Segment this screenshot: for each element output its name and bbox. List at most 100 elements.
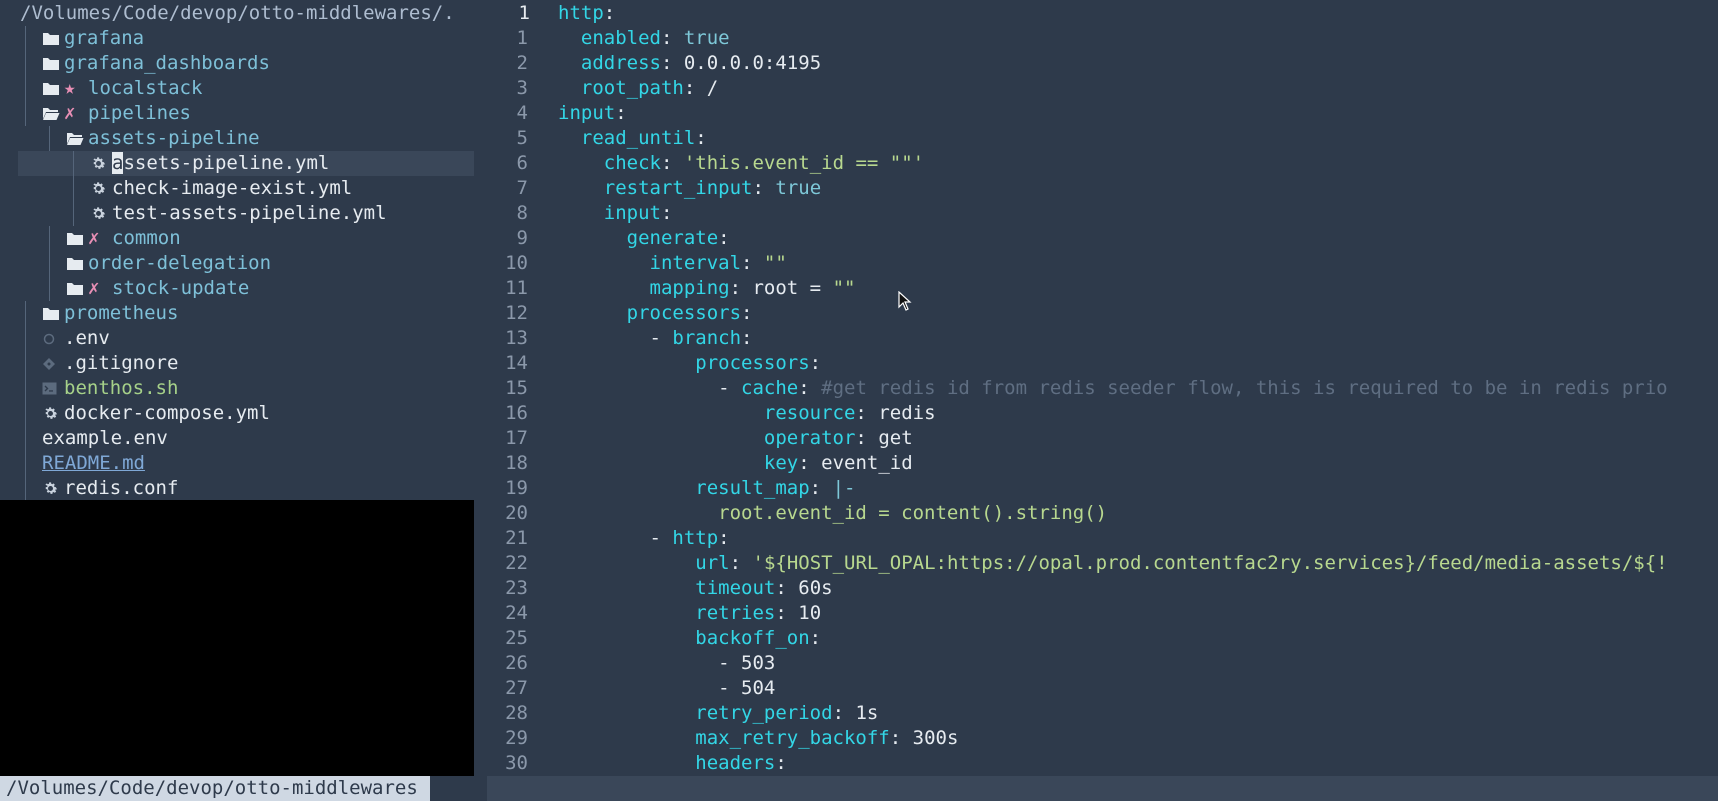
line-number: 15: [505, 377, 528, 399]
yaml-key: headers: [695, 752, 776, 774]
code-line[interactable]: check: 'this.event_id == ""': [558, 151, 924, 176]
code-area[interactable]: http: enabled: true address: 0.0.0.0:419…: [558, 0, 1718, 776]
code-line[interactable]: processors:: [558, 351, 821, 376]
code-token: event_id: [821, 452, 913, 474]
code-token: /: [706, 77, 719, 99]
code-line[interactable]: retry_period: 1s: [558, 701, 878, 726]
tree-item-label: check-image-exist.yml: [112, 177, 353, 199]
code-line[interactable]: key: event_id: [558, 451, 913, 476]
code-token: :: [683, 77, 707, 99]
tree-item[interactable]: docker-compose.yml: [0, 401, 474, 426]
yaml-key: timeout: [695, 577, 776, 599]
tree-item[interactable]: ✗ common: [0, 226, 474, 251]
code-line[interactable]: - http:: [558, 526, 730, 551]
code-line[interactable]: input:: [558, 201, 673, 226]
tree-item[interactable]: assets-pipeline: [0, 126, 474, 151]
code-token: :: [798, 377, 822, 399]
code-token: 10: [798, 602, 822, 624]
string-literal: "": [763, 252, 787, 274]
code-token: :: [832, 702, 856, 724]
code-line[interactable]: interval: "": [558, 251, 787, 276]
tree-root-path[interactable]: /Volumes/Code/devop/otto-middlewares/.: [20, 1, 474, 26]
code-line[interactable]: retries: 10: [558, 601, 821, 626]
tree-guide-line: [49, 251, 50, 276]
tree-item-label: prometheus: [64, 302, 179, 324]
code-line[interactable]: generate:: [558, 226, 730, 251]
code-line[interactable]: timeout: 60s: [558, 576, 832, 601]
tree-guide-line: [25, 351, 26, 376]
tree-guide-line: [25, 26, 26, 51]
yaml-key: interval: [649, 252, 742, 274]
code-token: :: [729, 277, 753, 299]
folder-open-icon: [42, 106, 64, 121]
code-line[interactable]: processors:: [558, 301, 753, 326]
folder-icon: [66, 281, 88, 296]
yaml-key: root_path: [580, 77, 684, 99]
code-line[interactable]: - 504: [558, 676, 775, 701]
tree-item-label: localstack: [88, 77, 203, 99]
code-line[interactable]: headers:: [558, 751, 787, 776]
tree-item[interactable]: ✗ pipelines: [0, 101, 474, 126]
code-line[interactable]: root_path: /: [558, 76, 718, 101]
tree-item[interactable]: benthos.sh: [0, 376, 474, 401]
status-bar-fill: [487, 776, 1718, 801]
code-line[interactable]: mapping: root = "": [558, 276, 856, 301]
tree-item[interactable]: grafana_dashboards: [0, 51, 474, 76]
code-line[interactable]: - cache: #get redis id from redis seeder…: [558, 376, 1667, 401]
code-line[interactable]: max_retry_backoff: 300s: [558, 726, 958, 751]
code-line[interactable]: address: 0.0.0.0:4195: [558, 51, 821, 76]
line-number-gutter: 1 1 2 3 4 5 6 7 8 9 10 11 12 13 14 15 16 17 18 19 20 21 22 23 24…: [474, 0, 554, 776]
yaml-key: operator: [763, 427, 856, 449]
tree-item[interactable]: ★ localstack: [0, 76, 474, 101]
code-line[interactable]: enabled: true: [558, 26, 730, 51]
code-token: :: [809, 627, 822, 649]
code-line[interactable]: url: '${HOST_URL_OPAL:https://opal.prod.…: [558, 551, 1667, 576]
code-line[interactable]: result_map: |-: [558, 476, 855, 501]
code-line[interactable]: read_until:: [558, 126, 707, 151]
code-line[interactable]: operator: get: [558, 426, 913, 451]
tree-item[interactable]: order-delegation: [0, 251, 474, 276]
code-token: :: [775, 602, 799, 624]
yaml-key: cache: [741, 377, 799, 399]
code-token: :: [855, 402, 879, 424]
code-line[interactable]: - 503: [558, 651, 775, 676]
code-token: redis: [878, 402, 936, 424]
tree-item-label: grafana: [64, 27, 145, 49]
line-number: 24: [505, 602, 528, 624]
circle-icon: [42, 332, 64, 346]
code-editor[interactable]: 1 1 2 3 4 5 6 7 8 9 10 11 12 13 14 15 16 17 18 19 20 21 22 23 24…: [474, 0, 1718, 776]
code-token: :: [660, 152, 684, 174]
code-token: true: [775, 177, 822, 199]
tree-guide-line: [49, 276, 50, 301]
code-line[interactable]: resource: redis: [558, 401, 936, 426]
tree-item[interactable]: ✗ stock-update: [0, 276, 474, 301]
tree-item[interactable]: grafana: [0, 26, 474, 51]
line-number: 28: [505, 702, 528, 724]
terminal-pane[interactable]: [0, 500, 474, 776]
tree-item[interactable]: assets-pipeline.yml: [0, 151, 474, 176]
line-number: 5: [516, 127, 528, 149]
tree-item[interactable]: check-image-exist.yml: [0, 176, 474, 201]
code-line[interactable]: - branch:: [558, 326, 753, 351]
tree-item[interactable]: README.md: [0, 451, 474, 476]
code-line[interactable]: input:: [558, 101, 627, 126]
tree-guide-line: [25, 426, 26, 451]
tree-item-label: .env: [64, 327, 110, 349]
tree-item[interactable]: .env: [0, 326, 474, 351]
tree-item[interactable]: prometheus: [0, 301, 474, 326]
tree-item[interactable]: redis.conf: [0, 476, 474, 500]
code-line[interactable]: root.event_id = content().string(): [558, 501, 1107, 526]
code-token: :: [775, 577, 799, 599]
code-line[interactable]: restart_input: true: [558, 176, 821, 201]
code-token: :: [741, 252, 764, 274]
code-line[interactable]: http:: [558, 1, 615, 26]
tree-item[interactable]: example.env: [0, 426, 474, 451]
code-line[interactable]: backoff_on:: [558, 626, 821, 651]
tree-item[interactable]: test-assets-pipeline.yml: [0, 201, 474, 226]
tree-item[interactable]: .gitignore: [0, 351, 474, 376]
